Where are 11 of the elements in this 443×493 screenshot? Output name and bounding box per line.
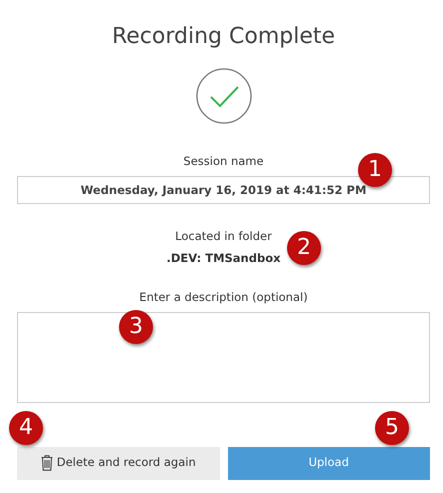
delete-button[interactable]: Delete and record again xyxy=(17,446,220,480)
folder-label: Located in folder xyxy=(175,228,272,245)
callout-marker: 4 xyxy=(9,411,43,445)
callout-marker: 5 xyxy=(375,411,409,445)
callout-marker: 2 xyxy=(287,231,321,265)
field-label: Enter a description (optional) xyxy=(139,290,308,304)
session-name-field[interactable]: Wednesday, January 16, 2019 at 4:41:52 PM xyxy=(17,176,430,204)
field-label: Session name xyxy=(183,154,264,168)
page-title: Recording Complete xyxy=(110,23,336,51)
callout-marker: 1 xyxy=(358,153,392,187)
folder-name: .DEV: TMSandbox xyxy=(166,250,281,268)
